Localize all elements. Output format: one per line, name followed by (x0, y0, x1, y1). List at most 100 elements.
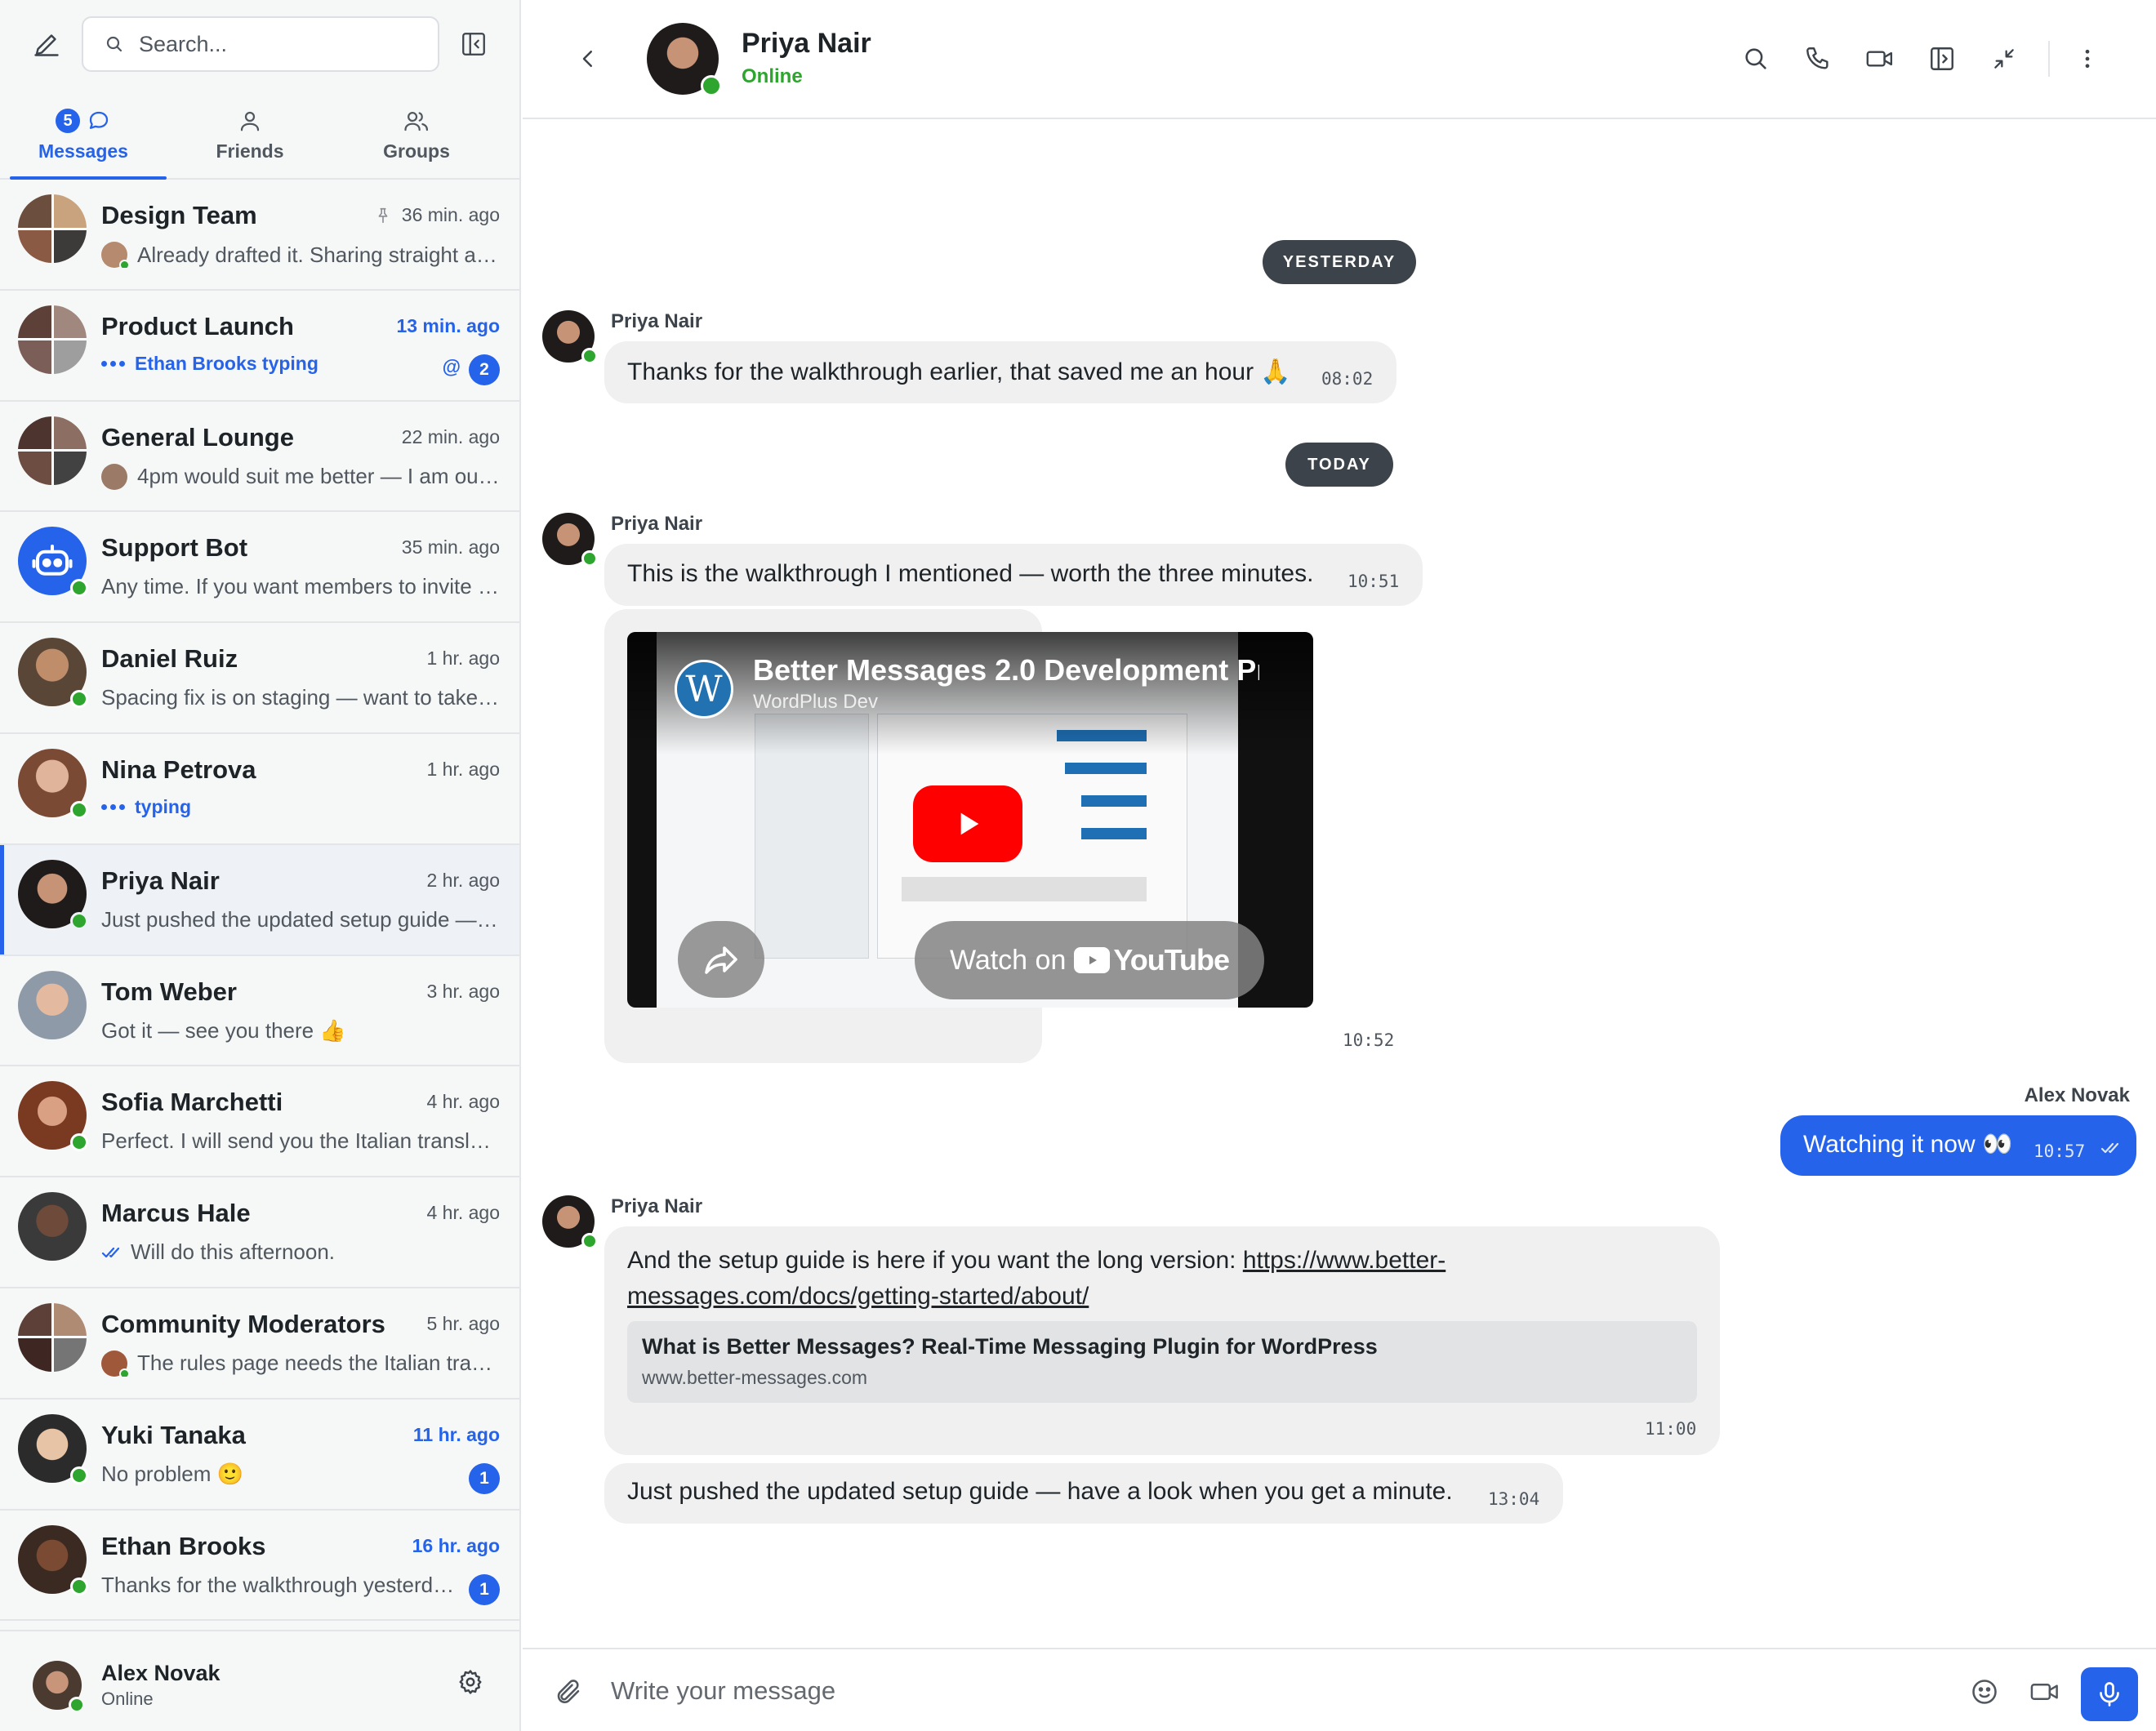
conversation-name: Product Launch (101, 311, 294, 340)
conversation-name: Nina Petrova (101, 754, 256, 784)
video-icon (1866, 51, 1893, 67)
more-options-button[interactable] (2068, 39, 2107, 78)
chat-panel: Priya Nair Online YESTERDAY Priya Nair T… (523, 0, 2156, 1731)
avatar[interactable] (542, 513, 598, 567)
message-input[interactable] (611, 1666, 1624, 1716)
mention-badge: @ (442, 355, 461, 377)
setup-guide-link-continued[interactable]: messages.com/docs/getting-started/about/ (627, 1283, 1089, 1310)
contact-avatar[interactable] (647, 23, 722, 96)
conversation-preview: Got it — see you there 👍 (101, 1018, 501, 1043)
link-preview-card[interactable]: What is Better Messages? Real-Time Messa… (627, 1321, 1697, 1403)
message-author: Alex Novak (2024, 1084, 2130, 1106)
record-video-button[interactable] (2027, 1674, 2063, 1710)
tab-messages[interactable]: 5 Messages (0, 96, 167, 180)
compose-button[interactable] (28, 28, 65, 60)
sidebar-tabs: 5 Messages Friends Groups (0, 96, 519, 180)
message-bubble[interactable]: Just pushed the updated setup guide — ha… (604, 1463, 1563, 1524)
conversation-item[interactable]: Support Bot 35 min. ago Any time. If you… (0, 512, 519, 624)
message-text: This is the walkthrough I mentioned — wo… (627, 560, 1314, 587)
video-call-button[interactable] (1860, 39, 1900, 78)
setup-guide-link[interactable]: https://www.better- (1243, 1247, 1446, 1274)
emoji-button[interactable] (1967, 1674, 2002, 1710)
preview-text: Ethan Brooks typing (135, 352, 318, 374)
youtube-play-icon (1074, 947, 1111, 973)
link-preview-title: What is Better Messages? Real-Time Messa… (642, 1334, 1378, 1359)
collapse-sidebar-button[interactable] (457, 28, 490, 60)
conversation-preview: Already drafted it. Sharing straight aft… (101, 242, 501, 268)
play-button[interactable] (913, 785, 1022, 862)
group-avatar (18, 416, 87, 485)
avatar[interactable] (542, 310, 598, 364)
conversation-preview: Any time. If you want members to invite … (101, 574, 501, 599)
video-title[interactable]: Better Messages 2.0 Development Preview (753, 653, 1259, 688)
paperclip-icon (557, 1680, 580, 1704)
group-avatar (18, 194, 87, 263)
conversation-time: 4 hr. ago (426, 1202, 500, 1224)
conversation-name: Design Team (101, 201, 257, 229)
settings-button[interactable] (454, 1666, 487, 1698)
youtube-embed[interactable]: W Better Messages 2.0 Development Previe… (627, 632, 1313, 1008)
conversation-time: 16 hr. ago (412, 1534, 500, 1556)
preview-text: Thanks for the walkthrough yesterday, sa… (101, 1572, 461, 1597)
panel-icon (1931, 47, 1953, 70)
conversation-name: Marcus Hale (101, 1199, 251, 1228)
conversation-item[interactable]: General Lounge 22 min. ago 4pm would sui… (0, 402, 519, 513)
conversation-item[interactable]: Design Team 36 min. ago Already drafted … (0, 180, 519, 291)
message-time: 08:02 (1321, 369, 1374, 389)
minimize-button[interactable] (1984, 39, 2024, 78)
conversation-item[interactable]: Tom Weber 3 hr. ago Got it — see you the… (0, 956, 519, 1067)
conversation-name: Support Bot (101, 533, 248, 563)
conversation-item[interactable]: Sofia Marchetti 4 hr. ago Perfect. I wil… (0, 1066, 519, 1178)
search-messages-button[interactable] (1736, 39, 1775, 78)
voice-message-button[interactable] (2081, 1667, 2138, 1721)
conversation-item[interactable]: Marcus Hale 4 hr. ago Will do this after… (0, 1177, 519, 1288)
conversation-preview: Perfect. I will send you the Italian tra… (101, 1128, 501, 1154)
avatar (18, 970, 87, 1039)
group-avatar (18, 1302, 87, 1372)
date-separator: YESTERDAY (1263, 240, 1416, 284)
message-bubble[interactable]: And the setup guide is here if you want … (604, 1226, 1720, 1455)
message-bubble[interactable]: This is the walkthrough I mentioned — wo… (604, 544, 1423, 606)
tab-messages-label: Messages (38, 140, 128, 162)
message-time: 10:52 (1343, 1030, 1395, 1050)
back-button[interactable] (572, 42, 604, 75)
avatar (18, 859, 88, 930)
avatar (18, 1524, 88, 1595)
search-input[interactable]: Search... (139, 32, 227, 57)
message-bubble[interactable]: Thanks for the walkthrough earlier, that… (604, 341, 1396, 403)
avatar[interactable] (542, 1195, 598, 1249)
conversation-item[interactable]: Daniel Ruiz 1 hr. ago Spacing fix is on … (0, 623, 519, 734)
video-icon (2030, 1683, 2058, 1701)
message-text: Just pushed the updated setup guide — ha… (627, 1478, 1453, 1505)
tab-groups[interactable]: Groups (333, 96, 500, 178)
watch-on-youtube-button[interactable]: Watch on YouTube (915, 921, 1264, 999)
conversation-item[interactable]: Nina Petrova 1 hr. ago typing (0, 734, 519, 845)
more-vertical-icon (2085, 49, 2090, 69)
share-button[interactable] (678, 921, 764, 998)
conversation-time: 1 hr. ago (426, 647, 500, 670)
conversation-time: 11 hr. ago (412, 1423, 500, 1445)
conversation-item-active[interactable]: Priya Nair 2 hr. ago Just pushed the upd… (0, 844, 519, 956)
toggle-details-button[interactable] (1922, 39, 1962, 78)
chevron-left-icon (582, 51, 592, 67)
tab-friends[interactable]: Friends (167, 96, 333, 178)
contact-name[interactable]: Priya Nair (742, 28, 871, 60)
conversation-item[interactable]: Product Launch 13 min. ago Ethan Brooks … (0, 291, 519, 402)
search-icon (1745, 48, 1766, 69)
avatar[interactable] (33, 1661, 85, 1713)
conversation-item[interactable]: Yuki Tanaka 11 hr. ago No problem 🙂 1 (0, 1399, 519, 1511)
conversation-item[interactable]: Ethan Brooks 16 hr. ago Thanks for the w… (0, 1511, 519, 1622)
message-bubble-own[interactable]: Watching it now 👀 10:57 (1780, 1115, 2136, 1176)
user-icon (240, 111, 260, 131)
conversation-preview: No problem 🙂 (101, 1462, 501, 1487)
video-channel[interactable]: WordPlus Dev (753, 691, 878, 714)
microphone-icon (2100, 1682, 2119, 1707)
conversation-item[interactable]: Community Moderators 5 hr. ago The rules… (0, 1288, 519, 1399)
preview-text: Already drafted it. Sharing straight aft… (137, 242, 501, 267)
tab-friends-label: Friends (216, 140, 284, 162)
attach-button[interactable] (552, 1675, 585, 1708)
conversation-preview: Spacing fix is on staging — want to take… (101, 685, 501, 710)
audio-call-button[interactable] (1798, 39, 1838, 78)
pin-icon (378, 207, 388, 223)
search-field[interactable]: Search... (82, 16, 439, 72)
